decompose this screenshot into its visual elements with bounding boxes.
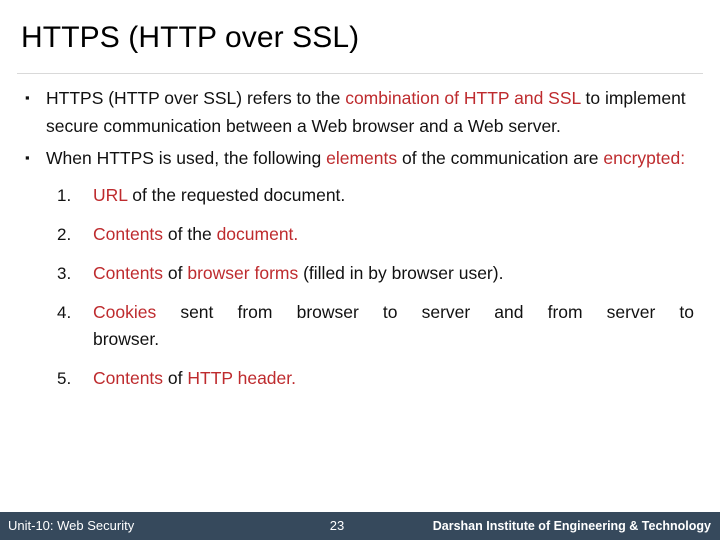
bullet-1-text-a: HTTPS (HTTP over SSL) refers to the (46, 88, 346, 108)
list-item: 5. Contents of HTTP header. (0, 365, 720, 392)
list-item-2-highlight-b: document. (216, 224, 299, 244)
list-item-number: 3. (57, 264, 72, 283)
numbered-list: 1. URL of the requested document. 2. Con… (0, 182, 720, 392)
list-item: 4. Cookies sent from browser to server a… (0, 299, 720, 353)
list-item-2-highlight-a: Contents (93, 224, 164, 244)
list-item-5-highlight-b: HTTP header. (187, 368, 296, 388)
bullet-2-highlight: elements (326, 148, 398, 168)
bullet-item-1: ▪ HTTPS (HTTP over SSL) refers to the co… (0, 84, 720, 140)
list-item-2-plain: of the (163, 224, 217, 244)
list-item-4-line2: browser. (93, 329, 160, 349)
list-item: 2. Contents of the document. (0, 221, 720, 248)
list-item-text: Contents of HTTP header. (93, 365, 694, 392)
list-item: 3. Contents of browser forms (filled in … (0, 260, 720, 287)
list-item-3-plain-b: (filled in by browser user). (298, 263, 504, 283)
list-item-number: 5. (57, 369, 72, 388)
list-item-4-plain: sent from browser to server and from ser… (156, 302, 694, 322)
list-item-5-plain: of (163, 368, 188, 388)
list-item-text: Cookies sent from browser to server and … (93, 299, 694, 326)
list-item-text: URL of the requested document. (93, 182, 694, 209)
list-item-1-highlight: URL (93, 185, 128, 205)
list-item-1-plain: of the requested document. (127, 185, 346, 205)
bullet-2-text-b: of the (397, 148, 446, 168)
slide-footer: Unit-10: Web Security 23 Darshan Institu… (0, 512, 720, 540)
bullet-1-line3: a Web server. (453, 116, 561, 136)
list-item-4-highlight: Cookies (93, 302, 157, 322)
list-item-3-highlight-a: Contents (93, 263, 164, 283)
list-item-text: Contents of the document. (93, 221, 694, 248)
footer-institute-name: Darshan Institute of Engineering & Techn… (432, 519, 711, 533)
list-item-3-highlight-b: browser forms (187, 263, 299, 283)
list-item-5-highlight-a: Contents (93, 368, 164, 388)
bullet-2-line2: communication are encrypted: (451, 148, 685, 168)
bullet-2-text-a: When HTTPS is used, the following (46, 148, 327, 168)
list-item-number: 2. (57, 225, 72, 244)
square-bullet-icon: ▪ (25, 90, 30, 105)
list-item-number: 1. (57, 186, 72, 205)
bullet-2-line1: When HTTPS is used, the following elemen… (46, 148, 446, 168)
title-divider (17, 73, 703, 74)
slide-body: ▪ HTTPS (HTTP over SSL) refers to the co… (0, 84, 720, 404)
slide-canvas: HTTPS (HTTP over SSL) ▪ HTTPS (HTTP over… (0, 0, 720, 540)
bullet-2-highlight-2: encrypted: (603, 148, 686, 168)
square-bullet-icon: ▪ (25, 150, 30, 165)
list-item-text: Contents of browser forms (filled in by … (93, 260, 694, 287)
bullet-item-2: ▪ When HTTPS is used, the following elem… (0, 144, 720, 172)
bullet-1-highlight: combination of HTTP and SSL (345, 88, 581, 108)
bullet-2-text-c: communication are (450, 148, 604, 168)
page-title: HTTPS (HTTP over SSL) (21, 21, 360, 54)
list-item-3-plain-a: of (163, 263, 188, 283)
list-item-number: 4. (57, 303, 72, 322)
list-item: 1. URL of the requested document. (0, 182, 720, 209)
